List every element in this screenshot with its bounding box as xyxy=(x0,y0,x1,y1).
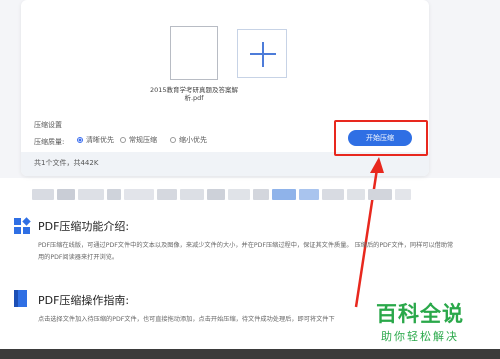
grid-square xyxy=(14,227,21,234)
feature-grid-icon xyxy=(14,217,31,234)
settings-label: 压缩设置 xyxy=(34,121,62,129)
option-smaller-first[interactable]: 缩小优先 xyxy=(170,135,207,145)
radio-selected-icon[interactable] xyxy=(77,137,83,143)
file-name: 2015教育学考研真题及答案解析.pdf xyxy=(149,86,239,102)
blurred-toolbar xyxy=(32,189,417,200)
add-file-button[interactable] xyxy=(237,29,287,78)
document-icon xyxy=(14,290,27,307)
annotation-arrow xyxy=(354,157,384,308)
bottom-bar xyxy=(0,349,500,359)
highlight-box xyxy=(334,120,428,156)
option-label: 缩小优先 xyxy=(179,136,207,144)
option-label: 常规压缩 xyxy=(129,136,157,144)
document-fold xyxy=(14,290,18,307)
quality-label: 压缩质量: xyxy=(34,138,65,146)
guide-title: PDF压缩操作指南: xyxy=(38,294,130,307)
radio-icon[interactable] xyxy=(120,137,126,143)
option-clarity-first[interactable]: 清晰优先 xyxy=(77,135,114,145)
pdf-file-thumbnail[interactable] xyxy=(170,26,218,80)
plus-icon-bar xyxy=(250,53,276,55)
intro-title: PDF压缩功能介绍: xyxy=(38,220,130,233)
file-count: 共1个文件，共442K xyxy=(34,159,99,167)
grid-square xyxy=(23,227,30,234)
watermark-title: 百科全说 xyxy=(376,302,464,326)
grid-square xyxy=(14,218,21,225)
intro-text: PDF压缩在线版，可通过PDF文件中的文本以及图像，来减少文件的大小，并在PDF… xyxy=(38,242,454,261)
grid-diamond xyxy=(22,217,31,226)
option-label: 清晰优先 xyxy=(86,136,114,144)
option-normal[interactable]: 常规压缩 xyxy=(120,135,157,145)
radio-icon[interactable] xyxy=(170,137,176,143)
watermark-subtitle: 助你轻松解决 xyxy=(381,330,459,343)
guide-text: 点击选择文件加入待压缩的PDF文件，也可直接拖动添加，点击开始压缩，待文件成功处… xyxy=(38,316,335,323)
